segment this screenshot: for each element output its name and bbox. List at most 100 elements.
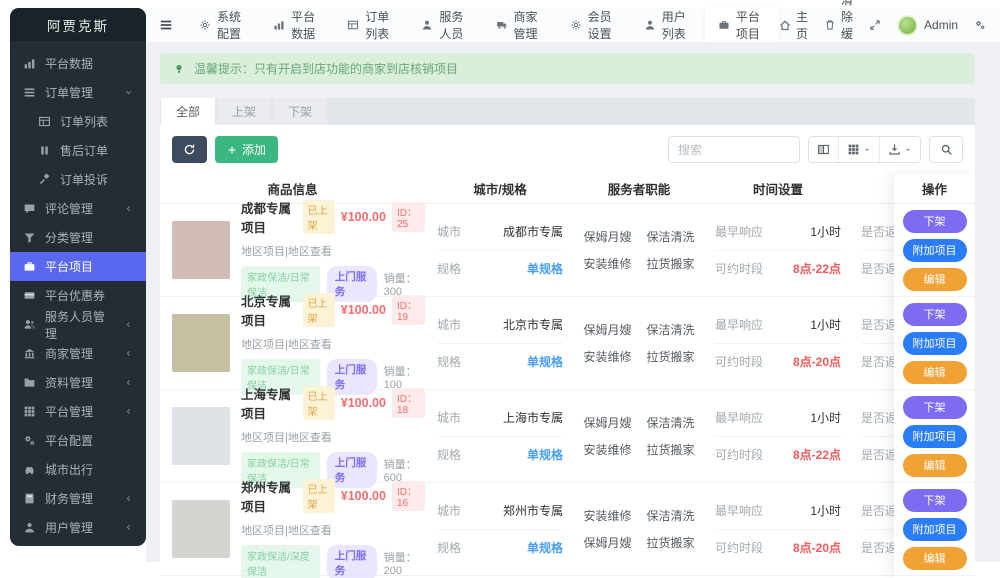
sidebar-item-platform-data[interactable]: 平台数据 [10,49,146,78]
edit-button[interactable]: 编辑 [903,361,967,384]
refresh-button[interactable] [172,136,207,163]
product-details: 上海专属项目 已上架 ¥100.00 ID：18 地区项目|地区查看 家政保洁/… [241,384,425,488]
skill-item: 保姆月嫂 [583,228,631,245]
user-icon [23,521,36,534]
response-value: 1小时 [810,409,841,426]
city-value: 上海市专属 [503,409,563,426]
nav-item-platform-projects[interactable]: 平台项目 [705,8,779,42]
tab-all[interactable]: 全部 [161,98,215,125]
skills-cell: 保姆月嫂 保洁清洗 安装维修 拉货搬家 [575,390,703,482]
sidebar-item-comment-management[interactable]: 评论管理 [10,194,146,223]
sidebar-item-platform-config[interactable]: 平台配置 [10,426,146,455]
time-settings-cell: 最早响应1小时 可约时段8点-20点 [703,483,853,575]
briefcase-icon [23,260,36,273]
nav-item-order-list[interactable]: 订单列表 [334,8,408,42]
chevron-left-icon [124,349,133,358]
sidebar-item-label: 服务人员管理 [45,308,115,342]
tab-off-shelf[interactable]: 下架 [273,98,327,125]
sidebar-item-city-travel[interactable]: 城市出行 [10,455,146,484]
sidebar-item-material-management[interactable]: 资料管理 [10,368,146,397]
edit-button[interactable]: 编辑 [903,547,967,570]
city-spec-cell: 城市成都市专属 规格单规格 [425,204,575,296]
header-skills: 服务者职能 [575,179,703,198]
home-link[interactable]: 主页 [779,8,808,42]
product-title: 上海专属项目 [241,384,297,422]
info-alert: 温馨提示：只有开启到店功能的商家到店核销项目 [160,53,975,84]
chevron-left-icon [124,407,133,416]
sidebar-item-order-list[interactable]: 订单列表 [10,107,146,136]
header-actions: 操作 [894,174,975,204]
product-thumbnail [172,314,230,372]
nav-item-user-list[interactable]: 用户列表 [631,8,705,42]
sidebar-item-platform-management[interactable]: 平台管理 [10,397,146,426]
table-tools-group [808,136,921,163]
city-value: 北京市专属 [503,316,563,333]
sidebar-item-label: 订单列表 [60,113,108,130]
density-button[interactable] [838,137,879,162]
skill-item: 保姆月嫂 [583,321,631,338]
sidebar-item-platform-projects[interactable]: 平台项目 [10,252,146,281]
admin-menu[interactable]: Admin [897,15,958,36]
search-button[interactable] [929,136,963,163]
product-info-cell: 上海专属项目 已上架 ¥100.00 ID：18 地区项目|地区查看 家政保洁/… [160,390,425,482]
nav-item-platform-data[interactable]: 平台数据 [260,8,334,42]
addon-project-button[interactable]: 附加项目 [903,332,967,355]
spec-link[interactable]: 单规格 [527,260,563,277]
take-down-button[interactable]: 下架 [903,396,967,419]
product-details: 成都专属项目 已上架 ¥100.00 ID：25 地区项目|地区查看 家政保洁/… [241,198,425,302]
take-down-button[interactable]: 下架 [903,489,967,512]
card-icon [23,289,36,302]
fullscreen-button[interactable] [869,19,881,31]
export-button[interactable] [879,137,920,162]
edit-button[interactable]: 编辑 [903,454,967,477]
spec-link[interactable]: 单规格 [527,446,563,463]
addon-project-button[interactable]: 附加项目 [903,239,967,262]
nav-item-member-settings[interactable]: 会员设置 [557,8,631,42]
grid-icon [23,405,36,418]
sidebar-item-user-management[interactable]: 用户管理 [10,513,146,542]
alert-text: 温馨提示：只有开启到店功能的商家到店核销项目 [194,60,458,77]
menu-toggle[interactable] [146,8,186,42]
sidebar-item-order-complaints[interactable]: 订单投诉 [10,165,146,194]
columns-toggle-button[interactable] [809,137,838,162]
nav-item-system-config[interactable]: 系统配置 [186,8,260,42]
edit-button[interactable]: 编辑 [903,268,967,291]
take-down-button[interactable]: 下架 [903,303,967,326]
app-logo: 阿贾克斯 [10,8,146,41]
take-down-button[interactable]: 下架 [903,210,967,233]
toolbar: 添加 [160,136,975,174]
sidebar-item-finance-management[interactable]: 财务管理 [10,484,146,513]
city-value: 郑州市专属 [503,502,563,519]
header-city-spec: 城市/规格 [425,179,575,198]
sidebar-item-platform-coupons[interactable]: 平台优惠券 [10,281,146,310]
nav-item-service-staff[interactable]: 服务人员 [408,8,482,42]
clipped-label: 是否返 [861,409,897,426]
add-button[interactable]: 添加 [215,136,278,163]
sidebar-item-merchant-management[interactable]: 商家管理 [10,339,146,368]
pause-icon [38,144,51,157]
tab-on-shelf[interactable]: 上架 [217,98,271,125]
nav-item-merchant-management[interactable]: 商家管理 [483,8,557,42]
spec-link[interactable]: 单规格 [527,353,563,370]
product-id-badge: ID：25 [392,202,425,232]
sidebar-item-order-management[interactable]: 订单管理 [10,78,146,107]
sidebar-item-label: 财务管理 [45,490,93,507]
caret-down-icon [863,146,871,154]
addon-project-button[interactable]: 附加项目 [903,425,967,448]
slot-label: 可约时段 [715,260,763,277]
chevron-down-icon [124,88,133,97]
sidebar-item-label: 用户管理 [45,519,93,536]
skill-item: 拉货搬家 [647,441,695,458]
spec-label: 规格 [437,353,461,370]
settings-button[interactable] [974,19,986,31]
sidebar-item-aftersale-orders[interactable]: 售后订单 [10,136,146,165]
sidebar-item-category-management[interactable]: 分类管理 [10,223,146,252]
sidebar-item-staff-management[interactable]: 服务人员管理 [10,310,146,339]
city-spec-cell: 城市郑州市专属 规格单规格 [425,483,575,575]
addon-project-button[interactable]: 附加项目 [903,518,967,541]
spec-link[interactable]: 单规格 [527,539,563,556]
chevron-left-icon [124,494,133,503]
response-label: 最早响应 [715,316,763,333]
status-tabs: 全部 上架 下架 [160,98,975,125]
search-input[interactable] [668,136,800,163]
